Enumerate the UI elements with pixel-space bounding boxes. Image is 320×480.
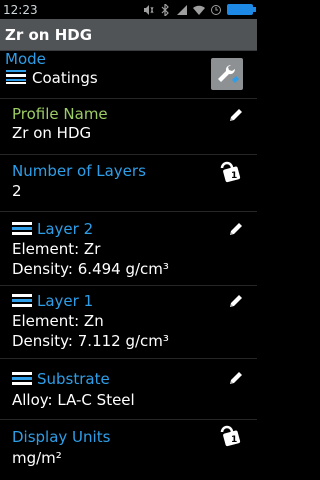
layer-1-label-row: Layer 1 xyxy=(12,292,93,310)
page-title: Zr on HDG xyxy=(5,25,93,44)
substrate-label-row: Substrate xyxy=(12,370,110,388)
stack-icon xyxy=(12,294,32,307)
number-of-layers-value: 2 xyxy=(12,182,22,200)
svg-text:1: 1 xyxy=(231,435,237,445)
signal-icon xyxy=(177,4,187,15)
pencil-icon[interactable] xyxy=(228,370,244,386)
number-of-layers-label: Number of Layers xyxy=(12,162,146,180)
layer-2-element: Element: Zr xyxy=(12,240,101,258)
status-time: 12:23 xyxy=(3,2,38,17)
lock-icon: 1 xyxy=(220,425,241,447)
mode-value: Coatings xyxy=(32,69,98,87)
pencil-icon[interactable] xyxy=(228,221,244,237)
status-icons xyxy=(142,3,256,16)
stack-icon xyxy=(12,222,32,235)
substrate-alloy: Alloy: LA-C Steel xyxy=(12,391,135,409)
layer-2-label-row: Layer 2 xyxy=(12,220,93,238)
layer-1-row[interactable]: Layer 1 Element: Zn Density: 7.112 g/cm³ xyxy=(0,286,257,359)
pencil-icon[interactable] xyxy=(228,293,244,309)
layer-1-label: Layer 1 xyxy=(37,292,94,310)
alarm-icon xyxy=(211,4,221,15)
wrench-icon xyxy=(218,64,239,83)
profile-name-value: Zr on HDG xyxy=(12,124,92,142)
profile-name-label: Profile Name xyxy=(12,105,108,123)
mode-label: Mode xyxy=(5,50,46,68)
mute-icon xyxy=(144,4,154,15)
layer-1-density: Density: 7.112 g/cm³ xyxy=(12,332,169,350)
lock-icon: 1 xyxy=(220,161,241,183)
mode-button[interactable] xyxy=(211,58,243,90)
number-of-layers-row[interactable]: Number of Layers 2 1 xyxy=(0,155,257,212)
stack-icon xyxy=(12,372,32,385)
substrate-label: Substrate xyxy=(37,370,110,388)
status-bar: 12:23 xyxy=(0,0,257,19)
display-units-row[interactable]: Display Units mg/m² 1 xyxy=(0,420,257,480)
layer-2-label: Layer 2 xyxy=(37,220,94,238)
battery-icon xyxy=(227,4,256,15)
substrate-row[interactable]: Substrate Alloy: LA-C Steel xyxy=(0,359,257,420)
stack-icon xyxy=(6,70,26,84)
layer-1-element: Element: Zn xyxy=(12,312,104,330)
wifi-icon xyxy=(193,5,205,15)
title-bar: Zr on HDG xyxy=(0,19,257,51)
display-units-value: mg/m² xyxy=(12,449,62,467)
mode-value-row: Coatings xyxy=(5,68,98,87)
layer-2-density: Density: 6.494 g/cm³ xyxy=(12,260,169,278)
bluetooth-icon xyxy=(161,3,169,16)
svg-text:1: 1 xyxy=(231,171,237,181)
profile-name-row[interactable]: Profile Name Zr on HDG xyxy=(0,99,257,155)
layer-2-row[interactable]: Layer 2 Element: Zr Density: 6.494 g/cm³ xyxy=(0,212,257,286)
display-units-label: Display Units xyxy=(12,428,111,446)
pencil-icon[interactable] xyxy=(228,107,244,123)
